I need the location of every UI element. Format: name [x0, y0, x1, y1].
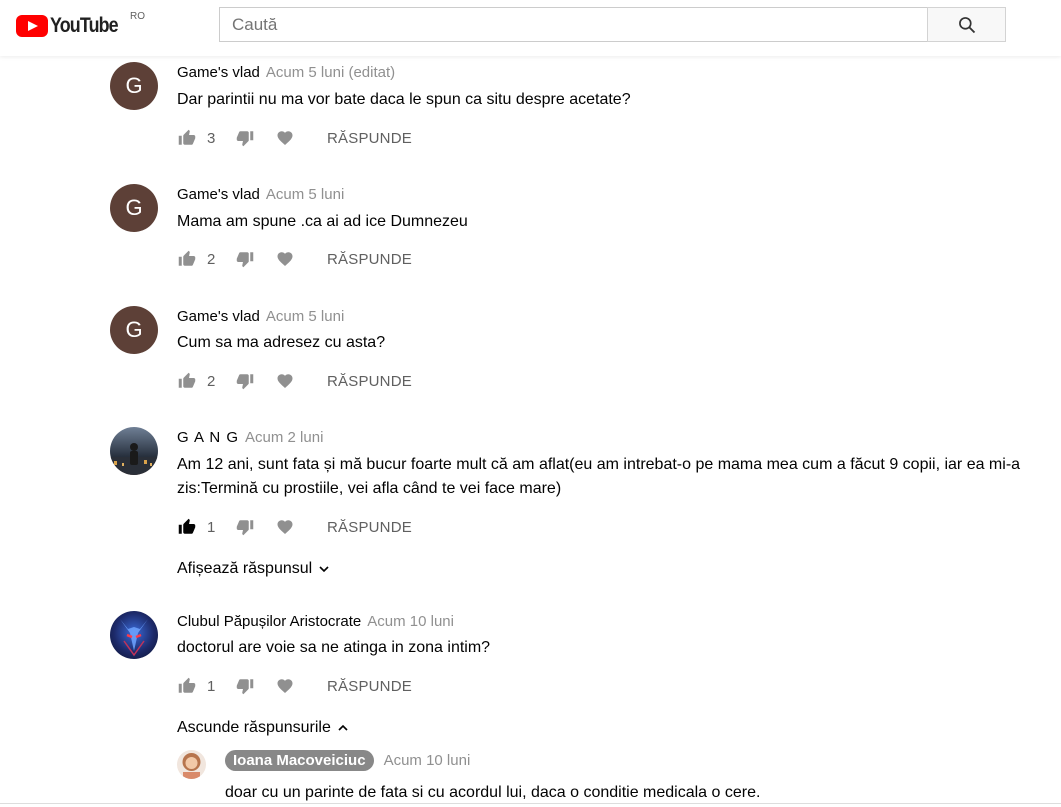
like-icon[interactable] [177, 676, 197, 696]
like-count: 1 [207, 518, 216, 536]
reply-button[interactable]: RĂSPUNDE [327, 519, 412, 536]
like-count: 2 [207, 372, 216, 390]
search-button[interactable] [927, 7, 1006, 42]
avatar-letter: G [125, 195, 143, 220]
comment-text: Mama am spune .ca ai ad ice Dumnezeu [177, 213, 468, 230]
avatar[interactable] [110, 611, 158, 659]
avatar[interactable]: G [110, 184, 158, 232]
comment-actions: 3 RĂSPUNDE [177, 126, 412, 150]
youtube-logo[interactable]: YouTube RO [16, 11, 145, 39]
reply-button[interactable]: RĂSPUNDE [327, 373, 412, 390]
chevron-up-icon [338, 724, 348, 731]
dislike-icon[interactable] [235, 517, 255, 537]
hide-replies-button[interactable]: Ascunde răspunsurile [177, 719, 351, 737]
like-icon-active[interactable] [177, 517, 197, 537]
reply-header: Ioana Macoveiciuc Acum 10 luni [225, 750, 471, 771]
comment-text-line: zis:Termină cu prostiile, vei afla când … [177, 480, 562, 497]
reply-button[interactable]: RĂSPUNDE [327, 130, 412, 147]
avatar[interactable] [177, 750, 206, 779]
reply-button[interactable]: RĂSPUNDE [327, 251, 412, 268]
avatar[interactable]: G [110, 62, 158, 110]
comment-author[interactable]: G A N G [177, 429, 239, 446]
like-icon[interactable] [177, 249, 197, 269]
like-count: 1 [207, 677, 216, 695]
heart-icon[interactable] [275, 249, 295, 269]
comment-actions: 1 RĂSPUNDE [177, 674, 412, 698]
search-icon [958, 16, 975, 33]
heart-icon[interactable] [275, 128, 295, 148]
show-replies-button[interactable]: Afișează răspunsul [177, 560, 332, 578]
comment-header: Game's vlad Acum 5 luni [177, 308, 344, 325]
reply-button[interactable]: RĂSPUNDE [327, 678, 412, 695]
avatar-image [110, 443, 158, 475]
comment-actions: 1 RĂSPUNDE [177, 515, 412, 539]
show-replies-label: Afișează răspunsul [177, 560, 313, 577]
divider [0, 803, 1061, 804]
reply-text: doar cu un parinte de fata si cu acordul… [225, 784, 761, 801]
comment-author[interactable]: Game's vlad [177, 64, 260, 81]
comment-text-line: Am 12 ani, sunt fata și mă bucur foarte … [177, 456, 1021, 473]
like-count: 2 [207, 250, 216, 268]
like-count: 3 [207, 129, 216, 147]
comment-text: doctorul are voie sa ne atinga in zona i… [177, 639, 491, 656]
comment-actions: 2 RĂSPUNDE [177, 369, 412, 393]
heart-icon[interactable] [275, 676, 295, 696]
comment-author[interactable]: Game's vlad [177, 308, 260, 325]
reply-author-badge[interactable]: Ioana Macoveiciuc [225, 750, 374, 771]
heart-icon[interactable] [275, 517, 295, 537]
chevron-down-icon [319, 566, 329, 573]
search-input[interactable] [219, 7, 927, 42]
dislike-icon[interactable] [235, 249, 255, 269]
avatar[interactable]: G [110, 306, 158, 354]
comment-time[interactable]: Acum 5 luni [266, 186, 344, 203]
comment-time[interactable]: Acum 5 luni [266, 308, 344, 325]
country-code: RO [130, 11, 145, 22]
avatar-letter: G [125, 317, 143, 342]
dislike-icon[interactable] [235, 371, 255, 391]
comment-author[interactable]: Clubul Păpușilor Aristocrate [177, 613, 361, 630]
avatar-image [120, 619, 148, 657]
youtube-play-icon [16, 15, 48, 37]
avatar-letter: G [125, 73, 143, 98]
avatar[interactable] [110, 427, 158, 475]
heart-icon[interactable] [275, 371, 295, 391]
reply-time[interactable]: Acum 10 luni [384, 752, 471, 769]
comment-header: Clubul Păpușilor Aristocrate Acum 10 luni [177, 613, 454, 630]
comment-header: G A N G Acum 2 luni [177, 429, 323, 446]
comment-text: Cum sa ma adresez cu asta? [177, 334, 386, 351]
comment-time[interactable]: Acum 5 luni (editat) [266, 64, 395, 81]
comment-header: Game's vlad Acum 5 luni (editat) [177, 64, 395, 81]
logo-text: YouTube [50, 14, 119, 37]
comment-time[interactable]: Acum 2 luni [245, 429, 323, 446]
masthead: YouTube RO [0, 0, 1061, 56]
like-icon[interactable] [177, 128, 197, 148]
comment-time[interactable]: Acum 10 luni [367, 613, 454, 630]
avatar-image [182, 753, 201, 779]
like-icon[interactable] [177, 371, 197, 391]
comment-header: Game's vlad Acum 5 luni [177, 186, 344, 203]
comment-actions: 2 RĂSPUNDE [177, 247, 412, 271]
comment-text: Dar parintii nu ma vor bate daca le spun… [177, 91, 631, 108]
dislike-icon[interactable] [235, 128, 255, 148]
hide-replies-label: Ascunde răspunsurile [177, 719, 331, 736]
dislike-icon[interactable] [235, 676, 255, 696]
comment-author[interactable]: Game's vlad [177, 186, 260, 203]
